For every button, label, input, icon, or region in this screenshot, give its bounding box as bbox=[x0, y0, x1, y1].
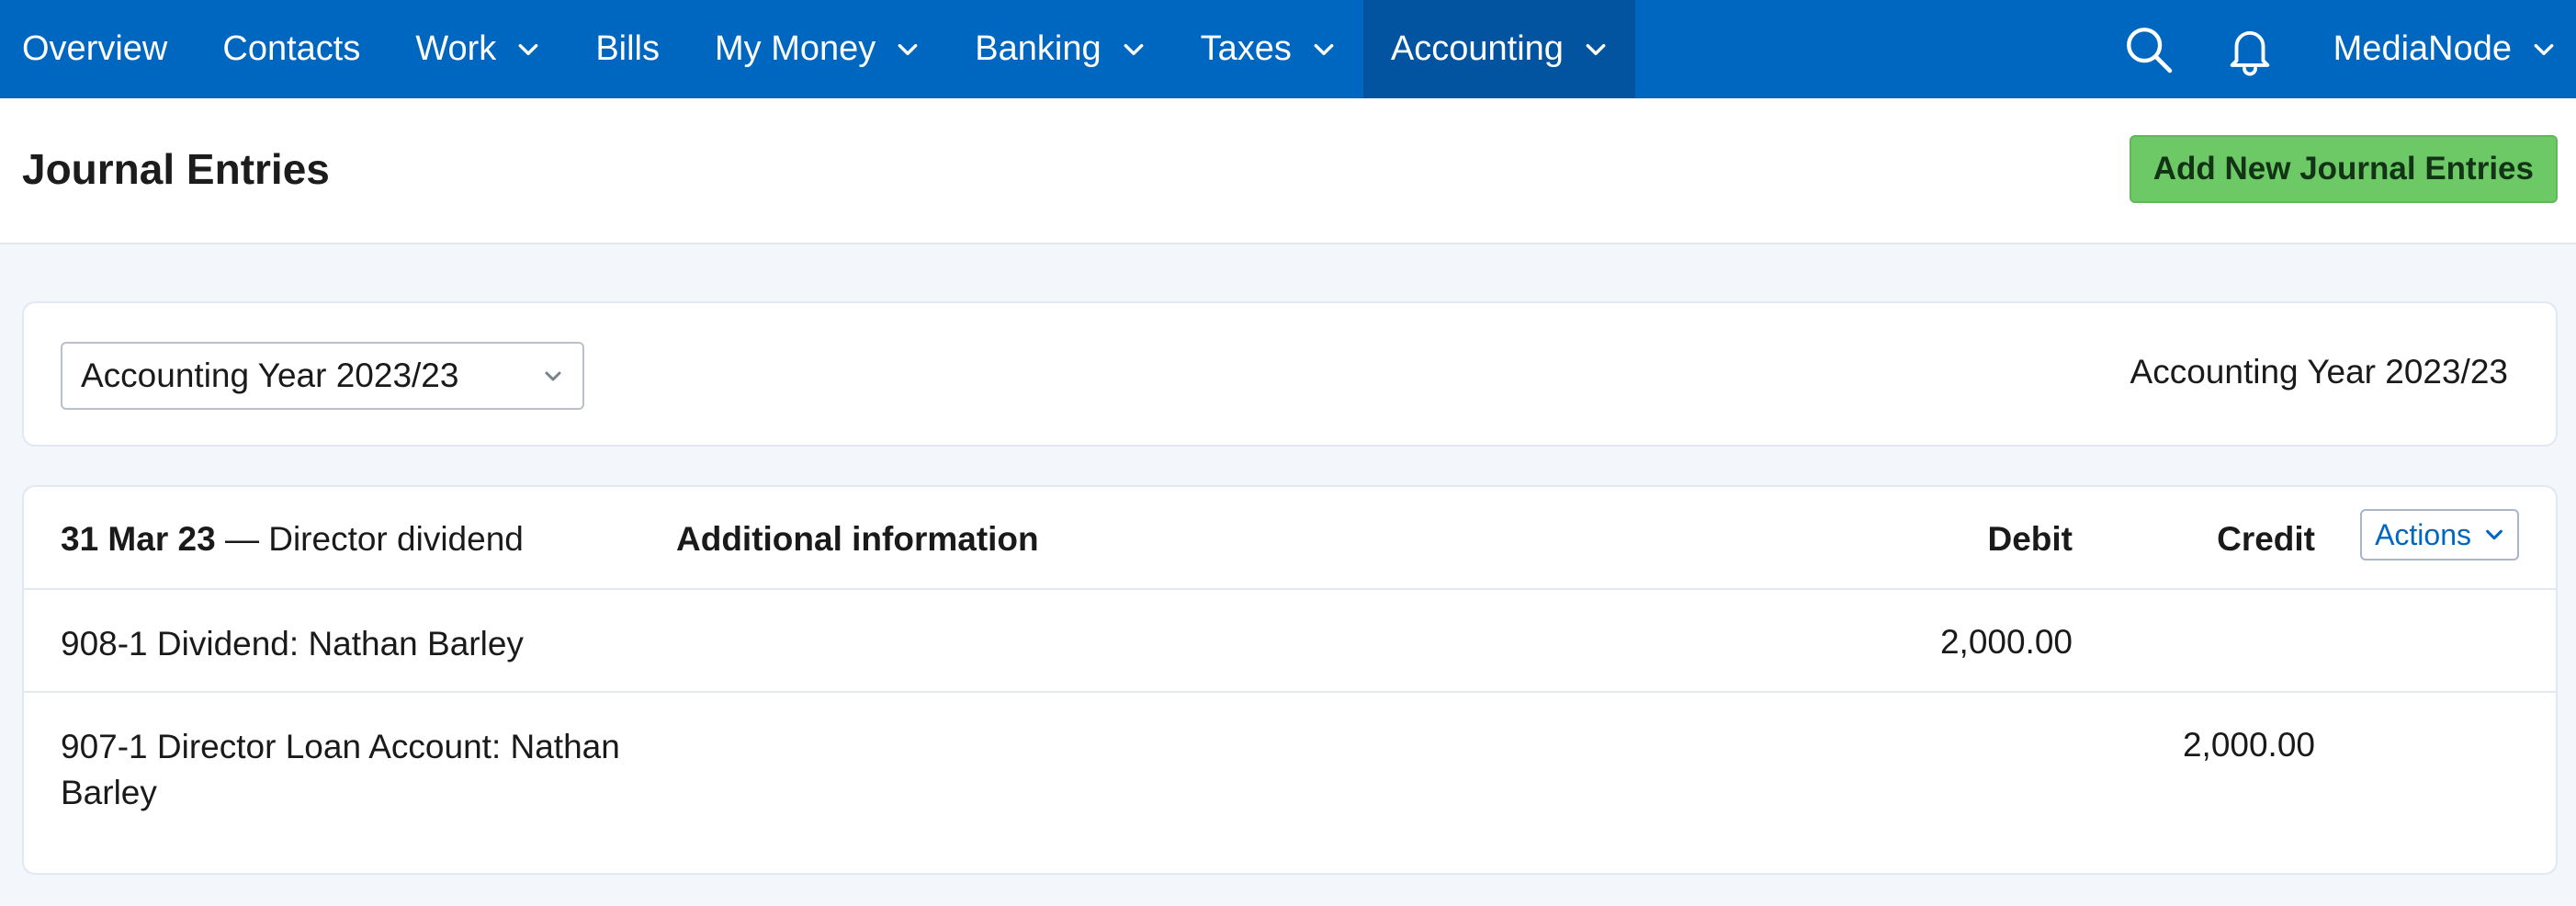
chevron-down-icon bbox=[1586, 43, 1606, 55]
account-name: MediaNode bbox=[2333, 29, 2512, 68]
column-header-additional-information: Additional information bbox=[676, 520, 1039, 558]
search-icon bbox=[2126, 27, 2172, 73]
add-new-journal-entries-button[interactable]: Add New Journal Entries bbox=[2129, 135, 2558, 203]
nav-item-label: Contacts bbox=[222, 29, 361, 68]
nav-item-label: My Money bbox=[715, 29, 876, 68]
actions-label: Actions bbox=[2375, 517, 2471, 551]
nav-item-bills[interactable]: Bills bbox=[568, 0, 687, 98]
column-header-credit: Credit bbox=[2217, 520, 2315, 558]
nav-item-label: Bills bbox=[595, 29, 660, 68]
search-button[interactable] bbox=[2098, 0, 2199, 98]
journal-line-account: 908-1 Dividend: Nathan Barley bbox=[61, 625, 524, 663]
chevron-down-icon bbox=[518, 43, 538, 55]
bell-icon bbox=[2230, 30, 2269, 75]
journal-line-account: 907-1 Director Loan Account: Nathan Barl… bbox=[61, 728, 620, 811]
nav-item-contacts[interactable]: Contacts bbox=[195, 0, 388, 98]
chevron-down-icon bbox=[545, 371, 561, 381]
notifications-button[interactable] bbox=[2199, 0, 2300, 98]
nav-item-taxes[interactable]: Taxes bbox=[1173, 0, 1363, 98]
accounting-year-select[interactable]: Accounting Year 2023/23 bbox=[61, 342, 584, 410]
journal-entry-card: 31 Mar 23 — Director dividend Additional… bbox=[22, 485, 2558, 875]
year-filter-card: Accounting Year 2023/23 Accounting Year … bbox=[22, 301, 2558, 447]
nav-item-label: Work bbox=[415, 29, 497, 68]
chevron-down-icon bbox=[2534, 43, 2554, 55]
chevron-down-icon bbox=[2486, 529, 2503, 540]
nav-right-group: MediaNode bbox=[2098, 0, 2576, 98]
top-navigation: Overview Contacts Work Bills My Money Ba… bbox=[0, 0, 2576, 98]
journal-entry-date: 31 Mar 23 bbox=[61, 520, 216, 558]
accounting-year-select-value: Accounting Year 2023/23 bbox=[81, 357, 459, 394]
page-header: Journal Entries Add New Journal Entries bbox=[0, 98, 2576, 244]
page-title: Journal Entries bbox=[22, 145, 330, 193]
column-header-debit: Debit bbox=[1987, 520, 2073, 558]
nav-item-label: Overview bbox=[22, 29, 168, 68]
nav-item-overview[interactable]: Overview bbox=[0, 0, 195, 98]
journal-line-row: 908-1 Dividend: Nathan Barley 2,000.00 bbox=[24, 590, 2556, 693]
journal-entry-header: 31 Mar 23 — Director dividend Additional… bbox=[24, 487, 2556, 590]
nav-item-label: Banking bbox=[975, 29, 1102, 68]
journal-entry-description: Director dividend bbox=[268, 520, 524, 558]
journal-entry-title: 31 Mar 23 — Director dividend bbox=[61, 520, 524, 559]
journal-line-credit: 2,000.00 bbox=[2182, 726, 2315, 764]
nav-item-my-money[interactable]: My Money bbox=[687, 0, 947, 98]
journal-line-debit: 2,000.00 bbox=[1939, 623, 2073, 661]
nav-item-accounting[interactable]: Accounting bbox=[1362, 0, 1635, 98]
account-menu[interactable]: MediaNode bbox=[2300, 0, 2576, 98]
current-accounting-year-label: Accounting Year 2023/23 bbox=[2130, 353, 2508, 391]
nav-item-work[interactable]: Work bbox=[388, 0, 568, 98]
nav-item-label: Taxes bbox=[1200, 29, 1292, 68]
chevron-down-icon bbox=[1314, 43, 1334, 55]
journal-entry-separator: — bbox=[224, 520, 259, 558]
nav-item-banking[interactable]: Banking bbox=[947, 0, 1172, 98]
actions-dropdown-button[interactable]: Actions bbox=[2360, 509, 2519, 561]
chevron-down-icon bbox=[898, 43, 918, 55]
nav-item-label: Accounting bbox=[1390, 29, 1564, 68]
journal-line-row: 907-1 Director Loan Account: Nathan Barl… bbox=[24, 693, 2556, 849]
chevron-down-icon bbox=[1124, 43, 1144, 55]
